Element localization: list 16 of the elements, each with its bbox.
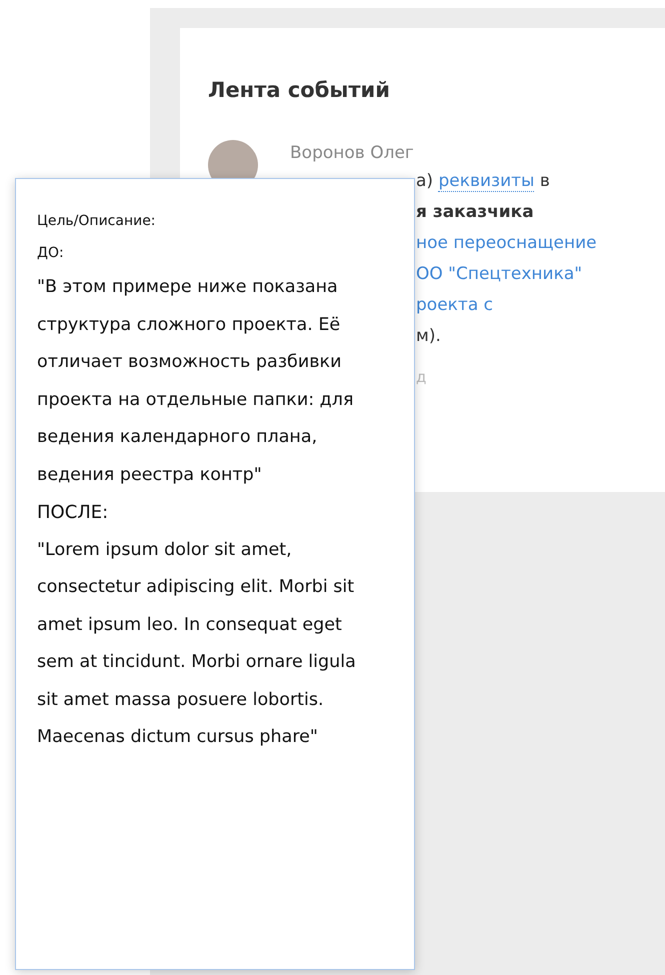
event-link[interactable]: роекта с bbox=[416, 295, 493, 315]
event-link[interactable]: ное переоснащение bbox=[416, 233, 597, 253]
event-text: м). bbox=[416, 326, 441, 346]
after-label: ПОСЛЕ: bbox=[37, 501, 108, 525]
event-text: я заказчика bbox=[416, 202, 534, 222]
event-time: д bbox=[416, 368, 426, 386]
card-title: Лента событий bbox=[208, 78, 390, 102]
event-text: в bbox=[538, 171, 550, 191]
author-name: Воронов Олег bbox=[290, 142, 415, 165]
tooltip-label: Цель/Описание: bbox=[37, 212, 156, 231]
event-text: а) bbox=[416, 171, 434, 191]
event-link[interactable]: ОО "Спецтехника" bbox=[416, 264, 582, 284]
before-label: ДО: bbox=[37, 244, 64, 263]
after-text: "Lorem ipsum dolor sit amet, consectetur adipiscing elit. Morbi sit amet ipsum leo. In consequat eget sem at tincidunt. Morbi ornare ligula sit amet massa posuere lobortis. Maecenas dictum cursus phare" bbox=[37, 538, 357, 749]
event-link[interactable]: реквизиты bbox=[438, 171, 534, 192]
before-text: "В этом примере ниже показана структура сложного проекта. Её отличает возможность разбивки проекта на отдельные папки: для ведения календарного плана, ведения реестра контр" bbox=[37, 276, 354, 486]
